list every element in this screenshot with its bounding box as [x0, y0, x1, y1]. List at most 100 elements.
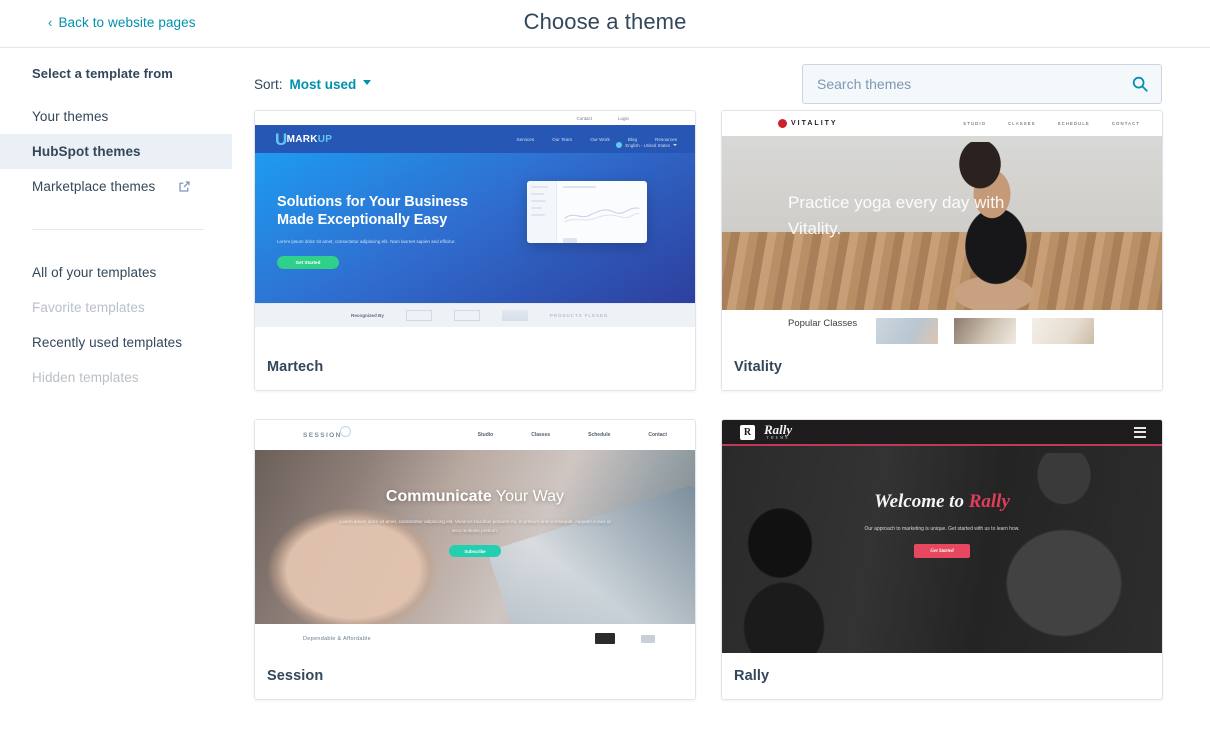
sidebar-item-favorite-templates[interactable]: Favorite templates: [0, 290, 232, 325]
session-headline-bold: Communicate: [385, 488, 492, 505]
partner-logo-icon: [453, 310, 480, 321]
session-footer-icons: [595, 633, 655, 644]
martech-screenshot-sidebar: [527, 181, 557, 243]
martech-nav-item: Services: [516, 136, 535, 142]
rally-logo-text: Rally: [764, 422, 793, 438]
rally-subtext: Our approach to marketing is unique. Get…: [864, 526, 1020, 532]
vitality-logo-text: VITALITY: [791, 120, 838, 127]
rally-logo-subtext: THEME: [766, 436, 790, 441]
vitality-headline: Practice yoga every day with Vitality.: [788, 193, 1005, 238]
search-themes-box[interactable]: [802, 64, 1162, 104]
theme-card-session[interactable]: SESSION Studio Classes Schedule Contact: [254, 419, 696, 700]
theme-card-vitality[interactable]: VITALITY STUDIO CLASSES SCHEDULE CONTACT…: [721, 110, 1163, 391]
sidebar: Select a template from Your themes HubSp…: [0, 48, 232, 742]
session-nav-links: Studio Classes Schedule Contact: [478, 432, 667, 438]
martech-screenshot-body: [557, 181, 647, 243]
rally-headline: Welcome to Rally: [722, 491, 1162, 513]
session-footer-icon: [595, 633, 615, 644]
vitality-section-label: Popular Classes: [788, 318, 858, 329]
sidebar-item-all-templates[interactable]: All of your templates: [0, 255, 232, 290]
vitality-class-thumbnail: [1032, 318, 1094, 344]
martech-logo-accent: UP: [317, 133, 333, 145]
vitality-navbar: VITALITY STUDIO CLASSES SCHEDULE CONTACT: [722, 111, 1162, 136]
session-logo-text: SESSION: [303, 431, 342, 439]
martech-nav-item: Our Team: [552, 136, 573, 142]
sidebar-item-label: Favorite templates: [32, 300, 145, 315]
session-hero: Communicate Your Way Lorem ipsum dolor s…: [255, 450, 695, 624]
vitality-nav-item: CLASSES: [1008, 121, 1036, 126]
session-nav-item: Studio: [477, 432, 494, 438]
theme-preview-session: SESSION Studio Classes Schedule Contact: [255, 420, 695, 653]
rally-hero: Welcome to Rally Our approach to marketi…: [722, 446, 1162, 653]
rally-headline-prefix: Welcome to: [874, 491, 969, 512]
session-nav-item: Schedule: [588, 432, 611, 438]
sidebar-divider: [32, 229, 204, 230]
martech-cta-button: Get Started: [277, 255, 339, 269]
martech-logo: U MARK UP: [275, 130, 333, 150]
session-footer-icon: [641, 634, 655, 643]
search-input[interactable]: [817, 76, 1131, 92]
search-icon[interactable]: [1131, 75, 1149, 93]
sidebar-item-your-themes[interactable]: Your themes: [0, 99, 232, 134]
session-hero-photo: [263, 490, 493, 624]
vitality-popular-classes: Popular Classes: [722, 310, 1162, 344]
hamburger-menu-icon: [1134, 426, 1146, 438]
vitality-class-thumbnail: [954, 318, 1016, 344]
martech-hero-screenshot: [527, 181, 647, 243]
theme-card-martech[interactable]: Contact Login U MARK UP Services Our Team …: [254, 110, 696, 391]
martech-logo-u: U: [275, 130, 288, 150]
vitality-logo: VITALITY: [778, 119, 838, 128]
martech-language-selector: English - United States: [616, 142, 677, 148]
vitality-nav-links: STUDIO CLASSES SCHEDULE CONTACT: [963, 121, 1140, 126]
vitality-logo-dot-icon: [778, 119, 787, 128]
theme-card-title: Session: [267, 668, 324, 684]
sidebar-item-label: All of your templates: [32, 265, 157, 280]
rally-hero-photo-right: [968, 453, 1158, 653]
theme-card-title: Martech: [267, 359, 324, 375]
theme-card-rally[interactable]: R Rally THEME Welcome to Rally Our appro…: [721, 419, 1163, 700]
martech-navbar: U MARK UP Services Our Team Our Work Blog …: [255, 125, 695, 153]
theme-preview-vitality: VITALITY STUDIO CLASSES SCHEDULE CONTACT…: [722, 111, 1162, 344]
sidebar-item-marketplace-themes[interactable]: Marketplace themes: [0, 169, 232, 204]
session-footer-bar: Dependable & Affordable: [255, 624, 695, 653]
main-content: Sort: Most used Search themes Contact Lo…: [232, 48, 1210, 742]
external-link-icon: [178, 180, 216, 193]
rally-logo-mark-icon: R: [740, 424, 755, 440]
theme-card-grid: Contact Login U MARK UP Services Our Team …: [254, 110, 1163, 700]
martech-utility-bar: Contact Login: [255, 111, 695, 125]
session-logo: SESSION: [303, 425, 351, 439]
vitality-hero: Practice yoga every day with Vitality.: [722, 136, 1162, 310]
martech-language-label: English - United States: [625, 142, 670, 148]
sort-dropdown[interactable]: Most used: [290, 77, 372, 92]
rally-navbar: R Rally THEME: [722, 420, 1162, 446]
martech-recognized-bar: Recognized By PRODUCTS FLEXED: [255, 303, 695, 327]
martech-partner-text: PRODUCTS FLEXED: [549, 313, 609, 318]
globe-icon: [616, 142, 623, 148]
chevron-down-icon: [673, 144, 677, 146]
vitality-nav-item: CONTACT: [1111, 121, 1140, 126]
page-title: Choose a theme: [523, 9, 687, 34]
martech-subtext: Lorem ipsum dolor sit amet, consectetur …: [277, 239, 456, 245]
sidebar-item-label: Your themes: [32, 109, 109, 124]
martech-recognized-label: Recognized By: [351, 313, 384, 318]
martech-nav-item: Resources: [655, 136, 677, 142]
session-subtext: Lorem ipsum dolor sit amet, consectetur …: [339, 519, 611, 533]
sidebar-item-label: Hidden templates: [32, 370, 139, 385]
sidebar-item-label: Recently used templates: [32, 335, 183, 350]
martech-utility-link: Login: [617, 115, 629, 121]
sidebar-item-hidden-templates[interactable]: Hidden templates: [0, 360, 232, 395]
rally-headline-accent: Rally: [968, 491, 1010, 512]
sidebar-item-hubspot-themes[interactable]: HubSpot themes: [0, 134, 232, 169]
session-navbar: SESSION Studio Classes Schedule Contact: [255, 420, 695, 450]
martech-nav-item: Blog: [627, 136, 638, 142]
sort-control: Sort: Most used: [254, 77, 372, 92]
partner-logo-icon: [501, 310, 528, 321]
rally-logo: Rally THEME: [764, 423, 792, 441]
sidebar-item-recently-used-templates[interactable]: Recently used templates: [0, 325, 232, 360]
session-nav-item: Contact: [648, 432, 667, 438]
sort-value-label: Most used: [289, 76, 357, 92]
session-nav-item: Classes: [531, 432, 551, 438]
vitality-class-thumbnail: [876, 318, 938, 344]
sidebar-heading: Select a template from: [32, 66, 173, 81]
partner-logo-icon: [405, 310, 432, 321]
